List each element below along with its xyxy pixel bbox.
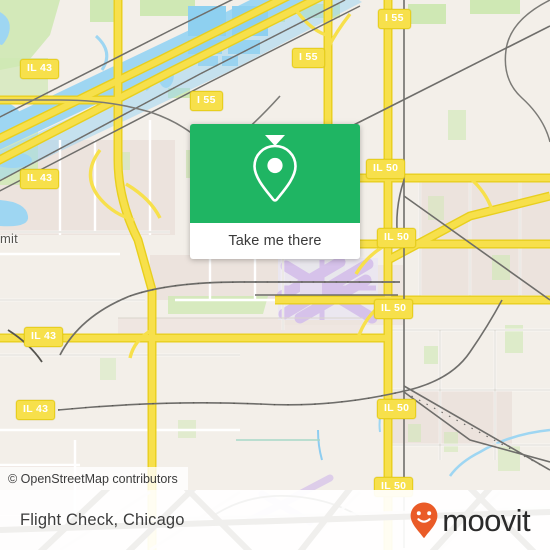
road-shield[interactable]: IL 50 <box>366 159 406 179</box>
road-shield[interactable]: IL 50 <box>374 299 414 319</box>
road-shield[interactable]: I 55 <box>378 9 411 29</box>
place-label-summit: mit <box>0 231 18 246</box>
osm-attribution-text: © OpenStreetMap contributors <box>8 471 178 486</box>
map-screenshot: mit IL 43 IL 43 IL 43 IL 43 I 55 I 55 I … <box>0 0 550 550</box>
road-shield[interactable]: I 55 <box>190 91 223 111</box>
road-shield[interactable]: IL 43 <box>16 400 56 420</box>
road-shield[interactable]: IL 43 <box>24 327 64 347</box>
page-title: Flight Check, Chicago <box>20 510 185 529</box>
popup-pointer-tail <box>265 135 285 146</box>
moovit-logo[interactable]: moovit <box>409 501 531 539</box>
popup-action-bar[interactable]: Take me there <box>190 223 360 259</box>
road-shield[interactable]: IL 43 <box>20 59 60 79</box>
osm-attribution[interactable]: © OpenStreetMap contributors <box>0 467 188 490</box>
footer-bar: Flight Check, Chicago moovit <box>0 490 550 550</box>
road-shield[interactable]: IL 43 <box>20 169 60 189</box>
moovit-smiley-pin-icon <box>410 502 438 538</box>
map-pin-icon <box>253 144 297 202</box>
moovit-wordmark: moovit <box>442 502 530 538</box>
road-shield[interactable]: I 55 <box>292 48 325 68</box>
road-shield[interactable]: IL 50 <box>377 399 417 419</box>
take-me-there-label: Take me there <box>228 233 322 249</box>
road-shield[interactable]: IL 50 <box>377 228 417 248</box>
